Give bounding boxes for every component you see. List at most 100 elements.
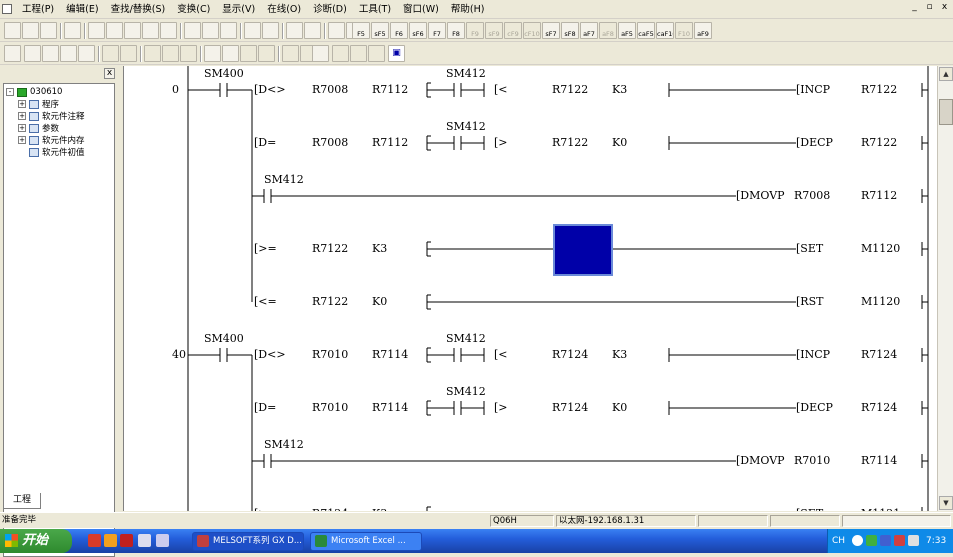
find-icon[interactable] bbox=[184, 22, 201, 39]
menu-item[interactable]: 工程(P) bbox=[16, 3, 60, 16]
scroll-up-icon[interactable]: ▲ bbox=[939, 67, 953, 81]
tree-item[interactable]: 软元件初值 bbox=[18, 146, 85, 158]
ladder-symbol-button[interactable]: sF5 bbox=[371, 22, 389, 39]
restore-button[interactable]: ▫ bbox=[923, 2, 936, 14]
search-icon[interactable] bbox=[312, 45, 329, 62]
tree-item[interactable]: + 软元件内存 bbox=[18, 134, 85, 146]
ladder-editor[interactable]: 0 SM400 [D<> R7008 R7112 SM412 [< R7122 K3 [INCP R… bbox=[123, 66, 937, 511]
ladder-cursor[interactable] bbox=[553, 224, 613, 276]
scroll-down-icon[interactable]: ▼ bbox=[939, 496, 953, 510]
task-gx-developer[interactable]: MELSOFT系列 GX D... bbox=[192, 532, 304, 551]
ladder-symbol-button[interactable]: aF7 bbox=[580, 22, 598, 39]
vertical-scrollbar[interactable]: ▲ ▼ bbox=[937, 66, 953, 511]
scroll-thumb[interactable] bbox=[939, 99, 953, 125]
menu-item[interactable]: 变换(C) bbox=[171, 3, 216, 16]
menu-item[interactable]: 在线(O) bbox=[261, 3, 307, 16]
network-icon[interactable] bbox=[866, 535, 877, 546]
ladder-symbol-button[interactable]: caF10 bbox=[656, 22, 674, 39]
menu-item[interactable]: 帮助(H) bbox=[445, 3, 491, 16]
start-button[interactable]: 开始 bbox=[0, 529, 72, 553]
find-contact-icon[interactable] bbox=[202, 22, 219, 39]
save-icon[interactable] bbox=[40, 22, 57, 39]
ladder-symbol-button[interactable]: F5 bbox=[352, 22, 370, 39]
tree-item[interactable]: - 030610 bbox=[6, 86, 62, 98]
menu-item[interactable]: 工具(T) bbox=[353, 3, 397, 16]
security-icon[interactable] bbox=[894, 535, 905, 546]
device-batch-icon[interactable] bbox=[328, 22, 345, 39]
ladder-symbol-button[interactable]: F8 bbox=[447, 22, 465, 39]
sampling-icon[interactable] bbox=[350, 45, 367, 62]
write-mode-icon[interactable] bbox=[120, 45, 137, 62]
step-icon[interactable] bbox=[240, 45, 257, 62]
convert-online-icon[interactable] bbox=[180, 45, 197, 62]
quicklaunch-explorer-icon[interactable] bbox=[156, 534, 169, 547]
tree-expander-icon[interactable]: + bbox=[18, 136, 26, 144]
tree-item[interactable]: + 软元件注释 bbox=[18, 110, 85, 122]
tray-app-icon[interactable] bbox=[880, 535, 891, 546]
ladder-symbol-button[interactable]: F9 bbox=[466, 22, 484, 39]
window-list-icon[interactable]: ▣ bbox=[388, 45, 405, 62]
quicklaunch-opera-icon[interactable] bbox=[88, 534, 101, 547]
quicklaunch-app-icon[interactable] bbox=[120, 534, 133, 547]
close-button[interactable]: x bbox=[938, 2, 951, 14]
ladder-symbol-button[interactable]: F7 bbox=[428, 22, 446, 39]
navigator-close-button[interactable]: x bbox=[104, 68, 115, 79]
tree-expander-icon[interactable]: + bbox=[18, 124, 26, 132]
tree-expander-icon[interactable]: - bbox=[6, 88, 14, 96]
ladder-symbol-button[interactable]: aF5 bbox=[618, 22, 636, 39]
parameter-icon[interactable] bbox=[222, 45, 239, 62]
copy-icon[interactable] bbox=[106, 22, 123, 39]
ladder-symbol-button[interactable]: sF6 bbox=[409, 22, 427, 39]
ladder-symbol-button[interactable]: cF9 bbox=[504, 22, 522, 39]
find-device-icon[interactable] bbox=[220, 22, 237, 39]
print-icon[interactable] bbox=[64, 22, 81, 39]
task-excel[interactable]: Microsoft Excel ... bbox=[310, 532, 422, 551]
tree-expander-icon[interactable]: + bbox=[18, 100, 26, 108]
list-mode-icon[interactable] bbox=[42, 45, 59, 62]
sfc-icon[interactable] bbox=[258, 45, 275, 62]
tree-expander-icon[interactable]: + bbox=[18, 112, 26, 120]
ladder-symbol-button[interactable]: aF9 bbox=[694, 22, 712, 39]
language-indicator[interactable]: CH bbox=[832, 529, 845, 553]
minimize-button[interactable]: _ bbox=[908, 2, 921, 14]
convert-icon[interactable] bbox=[144, 45, 161, 62]
cut-icon[interactable] bbox=[88, 22, 105, 39]
ladder-symbol-button[interactable]: caF5 bbox=[637, 22, 655, 39]
ladder-symbol-button[interactable]: aF8 bbox=[599, 22, 617, 39]
paste-icon[interactable] bbox=[124, 22, 141, 39]
ladder-symbol-button[interactable]: sF8 bbox=[561, 22, 579, 39]
ladder-symbol-button[interactable]: cF10 bbox=[523, 22, 541, 39]
menu-item[interactable]: 显示(V) bbox=[216, 3, 261, 16]
menu-item[interactable]: 编辑(E) bbox=[60, 3, 104, 16]
convert-all-icon[interactable] bbox=[162, 45, 179, 62]
monitor-stop-icon[interactable] bbox=[304, 22, 321, 39]
comment-icon[interactable] bbox=[60, 45, 77, 62]
menu-item[interactable]: 窗口(W) bbox=[397, 3, 445, 16]
tab-project[interactable]: 工程 bbox=[3, 493, 41, 509]
ladder-symbol-button[interactable]: sF9 bbox=[485, 22, 503, 39]
tree-item[interactable]: + 参数 bbox=[18, 122, 59, 134]
ime-bar[interactable] bbox=[842, 515, 951, 527]
timer-chart-icon[interactable] bbox=[332, 45, 349, 62]
read-plc-icon[interactable] bbox=[262, 22, 279, 39]
open-folder-icon[interactable] bbox=[22, 22, 39, 39]
trace-icon[interactable] bbox=[368, 45, 385, 62]
read-mode-icon[interactable] bbox=[102, 45, 119, 62]
menu-item[interactable]: 诊断(D) bbox=[307, 3, 353, 16]
program-list-icon[interactable] bbox=[4, 45, 21, 62]
ladder-symbol-button[interactable]: F10 bbox=[675, 22, 693, 39]
statement-icon[interactable] bbox=[78, 45, 95, 62]
redo-icon[interactable] bbox=[160, 22, 177, 39]
ladder-symbol-button[interactable]: F6 bbox=[390, 22, 408, 39]
undo-icon[interactable] bbox=[142, 22, 159, 39]
write-plc-icon[interactable] bbox=[244, 22, 261, 39]
tree-item[interactable]: + 程序 bbox=[18, 98, 59, 110]
app-icon[interactable] bbox=[2, 4, 12, 14]
volume-icon[interactable] bbox=[908, 535, 919, 546]
ladder-mode-icon[interactable] bbox=[24, 45, 41, 62]
help-icon[interactable] bbox=[852, 535, 863, 546]
device-memory-icon[interactable] bbox=[204, 45, 221, 62]
new-file-icon[interactable] bbox=[4, 22, 21, 39]
ladder-symbol-button[interactable]: sF7 bbox=[542, 22, 560, 39]
monitor-icon[interactable] bbox=[286, 22, 303, 39]
